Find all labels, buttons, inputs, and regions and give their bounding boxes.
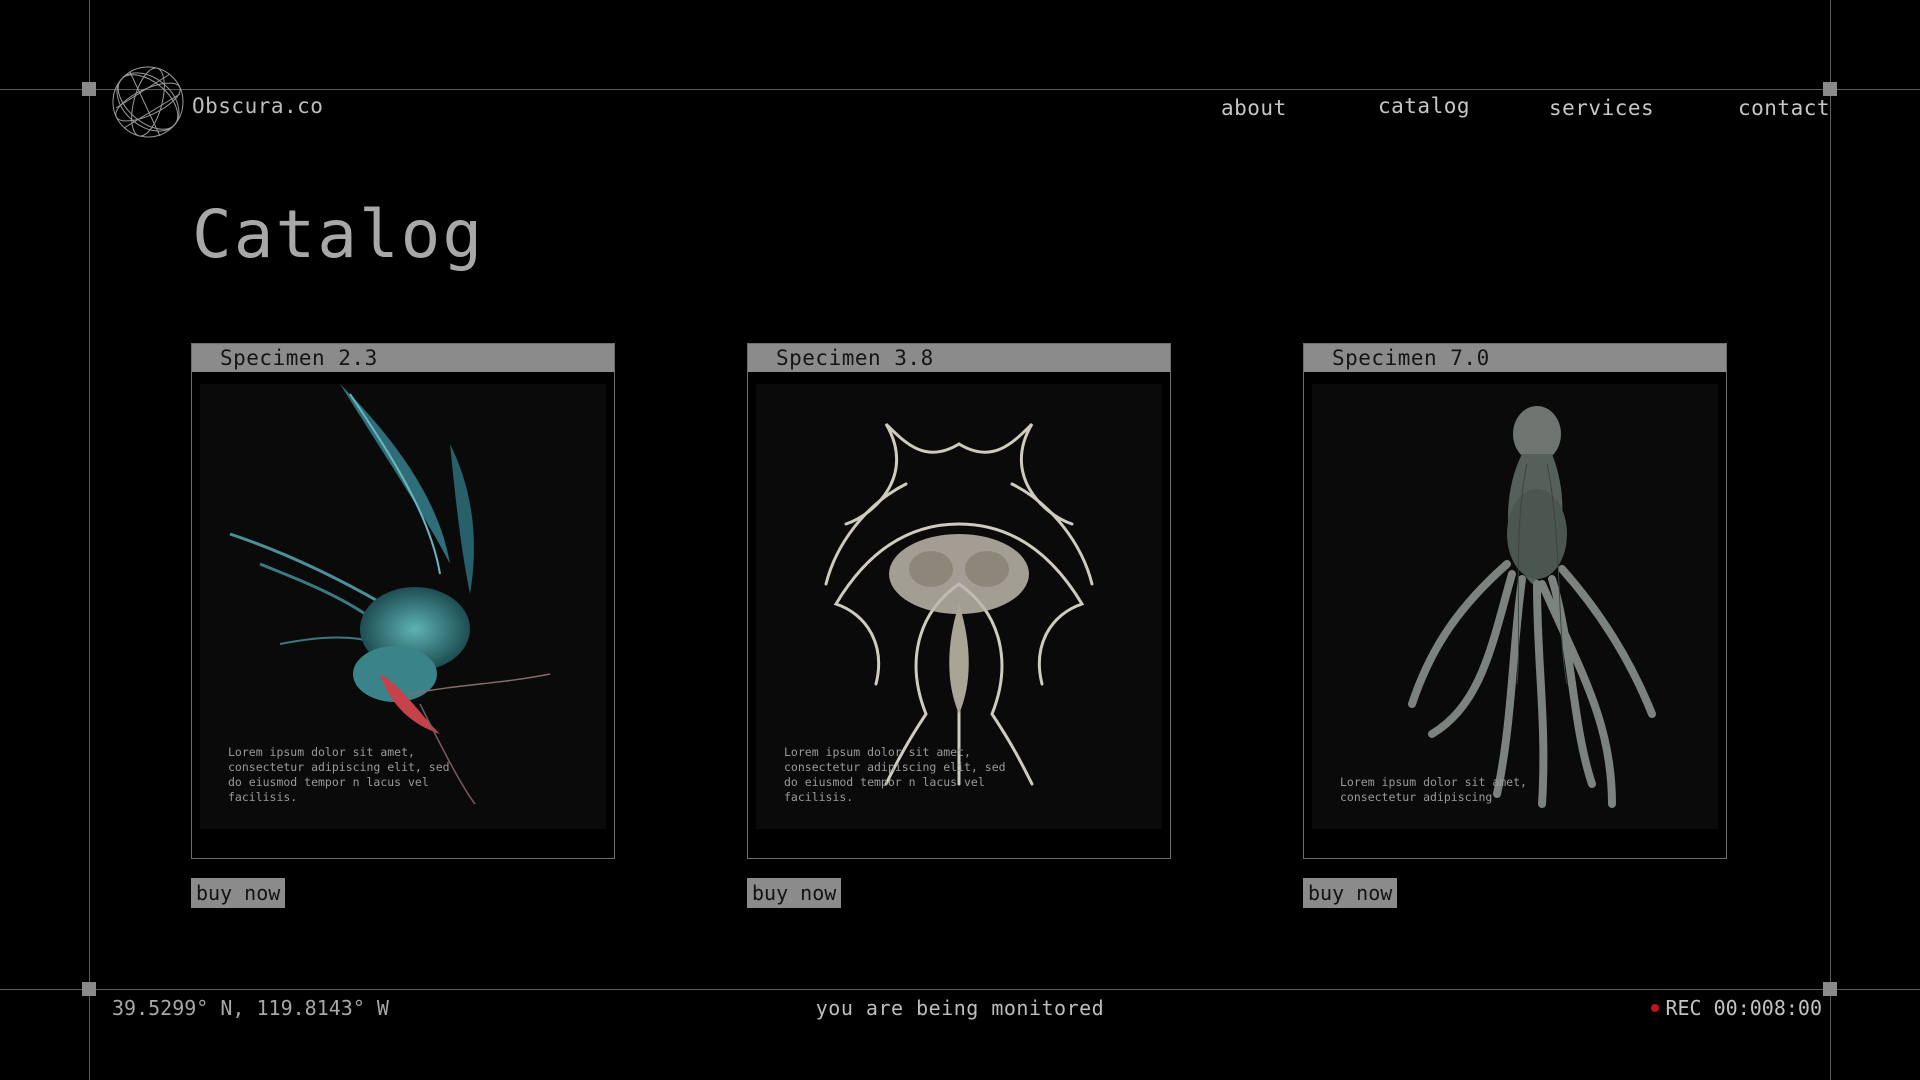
specimen-description: Lorem ipsum dolor sit amet, consectetur … [784, 745, 1006, 804]
frame-line-bottom [0, 989, 1920, 990]
monitoring-status: you are being monitored [815, 996, 1105, 1020]
frame-line-right [1830, 0, 1831, 1080]
nav-about[interactable]: about [1221, 96, 1287, 120]
specimen-image[interactable]: Lorem ipsum dolor sit amet, consectetur … [200, 384, 606, 829]
frame-corner-marker [1823, 82, 1837, 96]
specimen-card: Specimen 2.3 Lorem ipsum dolor sit amet,… [191, 343, 615, 859]
tentacled-creature-icon [1408, 406, 1656, 808]
frame-corner-marker [82, 982, 96, 996]
frame-corner-marker [82, 82, 96, 96]
buy-now-button[interactable]: buy now [747, 878, 842, 908]
specimen-image[interactable]: Lorem ipsum dolor sit amet, consectetur … [756, 384, 1162, 829]
specimen-card: Specimen 3.8 Lorem ipsum dolor sit amet,… [747, 343, 1171, 859]
specimen-title: Specimen 2.3 [192, 344, 614, 372]
frame-line-top [0, 89, 1920, 90]
specimen-description: Lorem ipsum dolor sit amet, consectetur … [228, 745, 450, 804]
nav-services[interactable]: services [1549, 96, 1654, 120]
specimen-title: Specimen 7.0 [1304, 344, 1726, 372]
specimen-title: Specimen 3.8 [748, 344, 1170, 372]
rec-timer: REC 00:008:00 [1665, 996, 1822, 1020]
wireframe-globe-logo-icon[interactable] [110, 64, 186, 140]
brand-name[interactable]: Obscura.co [192, 94, 323, 118]
nav-contact[interactable]: contact [1738, 96, 1830, 120]
specimen-image[interactable]: Lorem ipsum dolor sit amet, consectetur … [1312, 384, 1718, 829]
buy-now-button[interactable]: buy now [1303, 878, 1398, 908]
rec-indicator: REC 00:008:00 [1651, 996, 1822, 1020]
buy-now-button[interactable]: buy now [191, 878, 286, 908]
frame-corner-marker [1823, 982, 1837, 996]
specimen-description: Lorem ipsum dolor sit amet, consectetur … [1340, 775, 1527, 804]
frame-line-left [89, 0, 90, 1080]
specimen-card: Specimen 7.0 Lorem ipsum dolor sit amet,… [1303, 343, 1727, 859]
rec-dot-icon [1651, 1004, 1660, 1012]
nav-catalog[interactable]: catalog [1378, 94, 1470, 118]
page-title: Catalog [192, 196, 485, 273]
